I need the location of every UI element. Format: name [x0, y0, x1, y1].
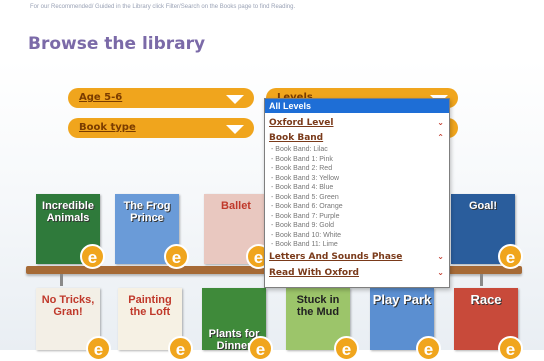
ebook-badge: e	[416, 336, 441, 361]
book-title: The Frog Prince	[123, 200, 171, 224]
book-title: Ballet	[221, 200, 251, 212]
option-book-band[interactable]: - Book Band 4: Blue	[265, 183, 449, 193]
shelf-bracket	[60, 274, 63, 286]
book-type-dropdown-label: Book type	[79, 122, 136, 133]
ebook-badge: e	[168, 336, 193, 361]
ebook-badge: e	[498, 244, 523, 269]
option-book-band[interactable]: - Book Band 1: Pink	[265, 155, 449, 165]
group-label: Read With Oxford	[269, 267, 359, 278]
age-dropdown-label: Age 5-6	[79, 92, 123, 103]
page-title: Browse the library	[28, 34, 206, 54]
levels-group-read-with-oxford[interactable]: Read With Oxford ⌄	[265, 266, 449, 280]
book-type-dropdown[interactable]: Book type	[68, 118, 254, 138]
ebook-badge: e	[498, 336, 523, 361]
group-label: Oxford Level	[269, 118, 334, 128]
option-book-band[interactable]: - Book Band 10: White	[265, 231, 449, 241]
book-title: Incredible Animals	[42, 200, 94, 224]
shelf-bracket	[480, 274, 483, 286]
chevron-down-icon	[226, 95, 244, 104]
option-book-band[interactable]: - Book Band 5: Green	[265, 193, 449, 203]
levels-group-letters-sounds[interactable]: Letters And Sounds Phase ⌄	[265, 250, 449, 264]
levels-group-book-band[interactable]: Book Band ⌃	[265, 131, 449, 145]
ebook-badge: e	[80, 244, 105, 269]
book-title: Play Park	[372, 292, 432, 307]
book-title: Race	[470, 292, 502, 307]
option-book-band[interactable]: - Book Band 7: Purple	[265, 212, 449, 222]
chevron-down-icon	[226, 125, 244, 134]
ebook-badge: e	[164, 244, 189, 269]
age-dropdown[interactable]: Age 5-6	[68, 88, 254, 108]
top-note: For our Recommended/ Guided in the Libra…	[30, 4, 296, 10]
group-label: Book Band	[269, 133, 324, 143]
ebook-badge: e	[334, 336, 359, 361]
chevron-up-icon: ⌃	[437, 133, 444, 142]
levels-option-all[interactable]: All Levels	[265, 99, 449, 113]
book-title: Stuck in the Mud	[296, 294, 340, 318]
ebook-badge: e	[248, 336, 273, 361]
ebook-badge: e	[86, 336, 111, 361]
chevron-down-icon: ⌄	[437, 267, 444, 277]
levels-menu: All Levels Oxford Level ⌄ Book Band ⌃ - …	[264, 98, 450, 288]
book-title: Painting the Loft	[128, 294, 172, 318]
option-book-band[interactable]: - Book Band: Lilac	[265, 145, 449, 155]
chevron-down-icon: ⌄	[437, 118, 444, 127]
book-title: Goal!	[468, 200, 498, 212]
levels-group-oxford[interactable]: Oxford Level ⌄	[265, 116, 449, 130]
option-book-band[interactable]: - Book Band 3: Yellow	[265, 174, 449, 184]
option-book-band[interactable]: - Book Band 2: Red	[265, 164, 449, 174]
chevron-down-icon: ⌄	[437, 251, 444, 261]
group-label: Letters And Sounds Phase	[269, 251, 403, 262]
option-book-band[interactable]: - Book Band 6: Orange	[265, 202, 449, 212]
option-book-band[interactable]: - Book Band 11: Lime	[265, 240, 449, 250]
option-book-band[interactable]: - Book Band 9: Gold	[265, 221, 449, 231]
book-title: No Tricks, Gran!	[41, 294, 95, 318]
